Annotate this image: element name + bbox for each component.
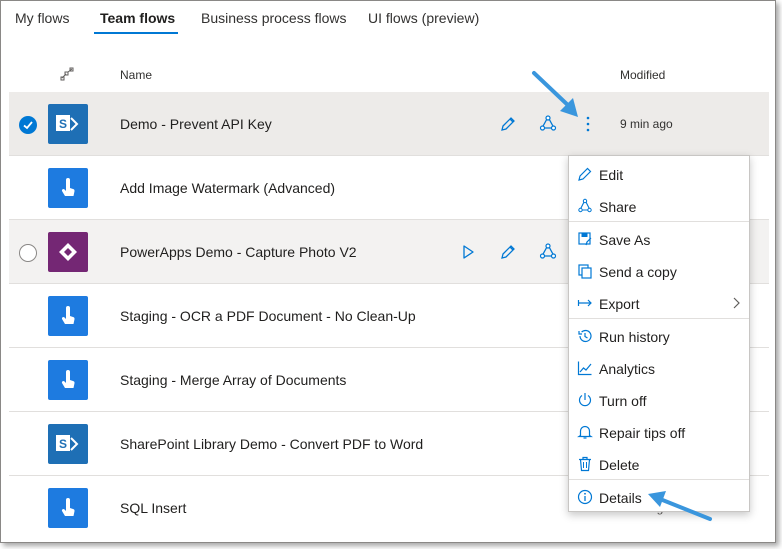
flow-name[interactable]: SQL Insert — [120, 500, 186, 516]
menu-item-share[interactable]: Share — [569, 190, 749, 222]
flow-name[interactable]: Staging - OCR a PDF Document - No Clean-… — [120, 308, 416, 324]
tab-my-flows[interactable]: My flows — [15, 10, 69, 26]
tab-business-process-flows[interactable]: Business process flows — [201, 10, 347, 26]
menu-item-turn-off[interactable]: Turn off — [569, 384, 749, 416]
run-play-icon[interactable] — [458, 242, 478, 262]
edit-pencil-icon[interactable] — [498, 114, 518, 134]
tab-team-flows[interactable]: Team flows — [100, 10, 175, 26]
touch-icon — [48, 168, 88, 208]
share-icon[interactable] — [538, 242, 558, 262]
table-row[interactable]: S Demo - Prevent API Key 9 min ago — [9, 92, 769, 156]
menu-divider — [569, 479, 749, 480]
checkmark-icon — [23, 121, 33, 130]
menu-item-repair-tips-off[interactable]: Repair tips off — [569, 416, 749, 448]
bell-icon — [577, 424, 593, 440]
chevron-right-icon — [731, 297, 741, 309]
touch-icon — [48, 488, 88, 528]
tab-bar: My flows Team flows Business process flo… — [1, 1, 775, 37]
powerapps-icon — [48, 232, 88, 272]
flow-name[interactable]: Add Image Watermark (Advanced) — [120, 180, 335, 196]
menu-item-details[interactable]: Details — [569, 481, 749, 513]
menu-item-save-as[interactable]: Save As — [569, 223, 749, 255]
column-header-modified[interactable]: Modified — [620, 68, 665, 82]
share-icon — [577, 198, 593, 214]
modified-time: 9 min ago — [620, 117, 673, 131]
save-as-icon — [577, 231, 593, 247]
row-checkbox[interactable] — [19, 116, 37, 134]
svg-text:S: S — [59, 437, 67, 451]
copy-icon — [577, 263, 593, 279]
row-checkbox[interactable] — [19, 244, 37, 262]
list-header: Name Modified — [1, 59, 775, 89]
flow-name[interactable]: PowerApps Demo - Capture Photo V2 — [120, 244, 357, 260]
pencil-icon — [577, 166, 593, 182]
flow-name[interactable]: SharePoint Library Demo - Convert PDF to… — [120, 436, 423, 452]
history-icon — [577, 328, 593, 344]
sharepoint-icon: S — [48, 424, 88, 464]
svg-text:S: S — [59, 117, 67, 131]
menu-item-run-history[interactable]: Run history — [569, 320, 749, 352]
menu-divider — [569, 221, 749, 222]
sharepoint-icon: S — [48, 104, 88, 144]
tab-ui-flows[interactable]: UI flows (preview) — [368, 10, 479, 26]
menu-item-analytics[interactable]: Analytics — [569, 352, 749, 384]
export-icon — [577, 295, 593, 311]
share-icon[interactable] — [538, 114, 558, 134]
edit-pencil-icon[interactable] — [498, 242, 518, 262]
context-menu: Edit Share Save As Send a copy Export Ru… — [568, 155, 750, 512]
more-options-icon[interactable] — [578, 114, 598, 134]
flow-type-icon — [60, 67, 74, 81]
menu-divider — [569, 318, 749, 319]
flow-name[interactable]: Staging - Merge Array of Documents — [120, 372, 346, 388]
column-header-name[interactable]: Name — [120, 68, 152, 82]
power-icon — [577, 392, 593, 408]
info-icon — [577, 489, 593, 505]
touch-icon — [48, 360, 88, 400]
trash-icon — [577, 456, 593, 472]
menu-item-export[interactable]: Export — [569, 287, 749, 319]
active-tab-indicator — [94, 32, 178, 34]
flow-name[interactable]: Demo - Prevent API Key — [120, 116, 272, 132]
menu-item-send-a-copy[interactable]: Send a copy — [569, 255, 749, 287]
touch-icon — [48, 296, 88, 336]
menu-item-edit[interactable]: Edit — [569, 158, 749, 190]
menu-item-delete[interactable]: Delete — [569, 448, 749, 480]
analytics-icon — [577, 360, 593, 376]
flows-panel: My flows Team flows Business process flo… — [0, 0, 776, 543]
